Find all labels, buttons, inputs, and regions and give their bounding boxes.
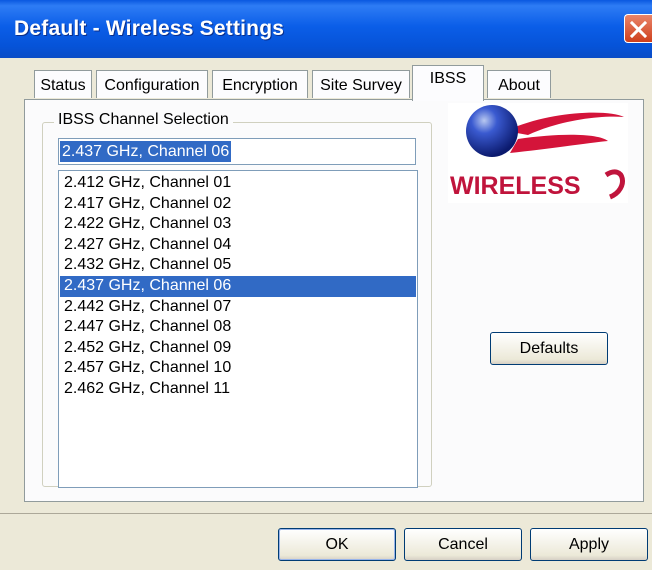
wireless-logo: WIRELESS [448, 103, 628, 203]
logo-wordmark: WIRELESS [450, 172, 581, 200]
channel-list-item[interactable]: 2.432 GHz, Channel 05 [60, 255, 416, 276]
channel-list-item[interactable]: 2.427 GHz, Channel 04 [60, 235, 416, 256]
channel-listbox[interactable]: 2.412 GHz, Channel 01 2.417 GHz, Channel … [58, 170, 418, 488]
channel-list-item[interactable]: 2.452 GHz, Channel 09 [60, 338, 416, 359]
channel-list-item[interactable]: 2.412 GHz, Channel 01 [60, 173, 416, 194]
channel-list-item[interactable]: 2.417 GHz, Channel 02 [60, 194, 416, 215]
ibss-channel-group-label: IBSS Channel Selection [54, 111, 233, 129]
channel-list-item[interactable]: 2.447 GHz, Channel 08 [60, 317, 416, 338]
tab-configuration[interactable]: Configuration [96, 70, 208, 98]
channel-list-item[interactable]: 2.457 GHz, Channel 10 [60, 358, 416, 379]
close-button[interactable] [624, 14, 652, 43]
ok-button[interactable]: OK [278, 528, 396, 561]
close-icon [630, 21, 647, 38]
channel-list-item[interactable]: 2.442 GHz, Channel 07 [60, 297, 416, 318]
cancel-button[interactable]: Cancel [404, 528, 522, 561]
tab-status[interactable]: Status [34, 70, 92, 98]
tab-ibss[interactable]: IBSS [412, 65, 484, 101]
title-bar[interactable]: Default - Wireless Settings [0, 0, 652, 58]
button-separator [0, 513, 652, 514]
window-title: Default - Wireless Settings [14, 17, 285, 40]
channel-list-item[interactable]: 2.422 GHz, Channel 03 [60, 214, 416, 235]
wireless-settings-window: Default - Wireless Settings Status Confi… [0, 0, 652, 570]
tab-about[interactable]: About [487, 70, 551, 98]
selected-channel-field[interactable]: 2.437 GHz, Channel 06 [58, 138, 416, 165]
channel-list-item[interactable]: 2.462 GHz, Channel 11 [60, 379, 416, 400]
tab-encryption[interactable]: Encryption [212, 70, 308, 98]
selected-channel-value: 2.437 GHz, Channel 06 [60, 141, 232, 162]
tab-site-survey[interactable]: Site Survey [312, 70, 410, 98]
apply-button[interactable]: Apply [530, 528, 648, 561]
globe-icon [466, 105, 518, 157]
channel-list-item[interactable]: 2.437 GHz, Channel 06 [60, 276, 416, 297]
defaults-button[interactable]: Defaults [490, 332, 608, 365]
